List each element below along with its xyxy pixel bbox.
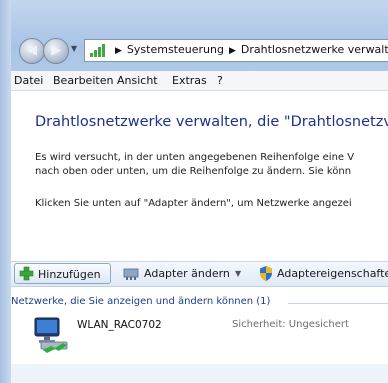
menu-datei[interactable]: Datei xyxy=(14,74,43,87)
breadcrumb: ▶ Systemsteuerung ▶ Drahtlosnetzwerke verwa… xyxy=(110,43,388,56)
description-line-2: nach oben oder unten, um die Reihenfolge… xyxy=(35,166,352,177)
breadcrumb-systemsteuerung[interactable]: Systemsteuerung xyxy=(127,43,224,56)
forward-button[interactable]: ▶ xyxy=(43,38,69,64)
adapter-properties-button[interactable]: Adaptereigenschafte xyxy=(257,263,388,284)
network-security: Sicherheit: Ungesichert xyxy=(232,319,349,330)
plus-icon xyxy=(19,266,34,281)
change-adapter-button[interactable]: Adapter ändern ▼ xyxy=(120,263,252,284)
back-button[interactable]: ◀ xyxy=(19,38,45,64)
adapter-properties-label: Adaptereigenschafte xyxy=(277,267,388,280)
address-bar[interactable]: ▶ Systemsteuerung ▶ Drahtlosnetzwerke verwa… xyxy=(84,39,388,62)
recent-pages-dropdown[interactable]: ▼ xyxy=(71,44,77,53)
network-bars-icon xyxy=(90,44,105,57)
network-group-label: Netzwerke, die Sie anzeigen und ändern k… xyxy=(11,296,271,307)
menu-help[interactable]: ? xyxy=(217,74,223,87)
menu-bar: Datei Bearbeiten Ansicht Extras ? xyxy=(11,71,388,91)
network-name: WLAN_RAC0702 xyxy=(77,319,162,331)
chevron-down-icon[interactable]: ▼ xyxy=(235,269,241,278)
breadcrumb-separator: ▶ xyxy=(228,46,236,56)
breadcrumb-separator: ▶ xyxy=(115,46,122,56)
window: ◀ ▶ ▼ ▶ Systemsteuerung ▶ Drahtlosnetzwerke… xyxy=(0,0,388,383)
main-content: Drahtlosnetzwerke verwalten, die "Drahtl… xyxy=(11,91,388,383)
add-button[interactable]: Hinzufügen xyxy=(14,263,111,284)
page-title: Drahtlosnetzwerke verwalten, die "Drahtl… xyxy=(35,114,388,130)
description-line-1: Es wird versucht, in der unten angegeben… xyxy=(35,152,355,163)
adapter-hint: Klicken Sie unten auf "Adapter ändern", … xyxy=(35,198,352,209)
back-arrow-icon: ◀ xyxy=(27,43,37,58)
network-adapter-icon xyxy=(123,268,139,280)
list-item[interactable]: WLAN_RAC0702 Sicherheit: Ungesichert xyxy=(11,313,388,359)
menu-bearbeiten[interactable]: Bearbeiten xyxy=(53,74,113,87)
wireless-network-icon xyxy=(34,317,68,353)
menu-extras[interactable]: Extras xyxy=(172,74,207,87)
add-button-label: Hinzufügen xyxy=(38,268,101,281)
menu-ansicht[interactable]: Ansicht xyxy=(117,74,158,87)
window-frame-left xyxy=(0,0,11,383)
forward-arrow-icon: ▶ xyxy=(51,43,61,58)
shield-icon xyxy=(260,266,272,281)
breadcrumb-drahtlosnetzwerke[interactable]: Drahtlosnetzwerke verwalte xyxy=(241,43,388,56)
command-bar: Hinzufügen Adapter ändern ▼ Adaptereigen… xyxy=(11,261,388,287)
details-pane xyxy=(11,364,388,383)
network-group-header[interactable]: Netzwerke, die Sie anzeigen und ändern k… xyxy=(11,296,388,310)
change-adapter-label: Adapter ändern xyxy=(144,267,230,280)
group-divider xyxy=(288,303,388,304)
